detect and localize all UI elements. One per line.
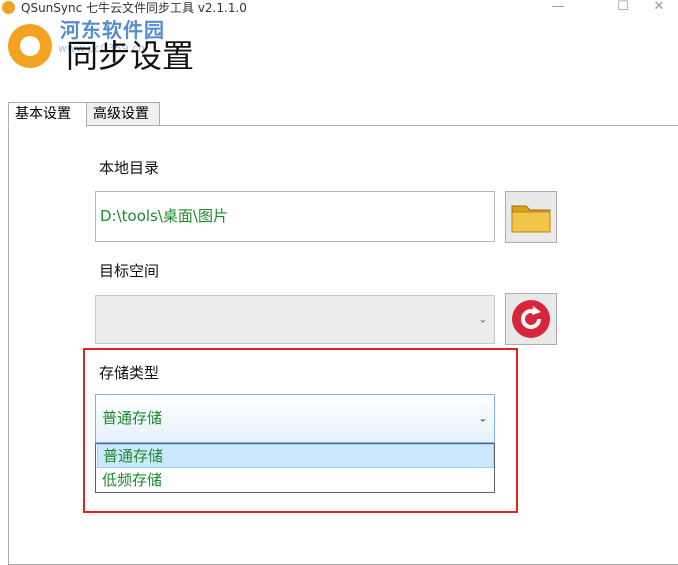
- storage-type-label: 存储类型: [99, 364, 160, 382]
- chevron-down-icon: ⌄: [478, 413, 487, 424]
- tab-advanced-settings[interactable]: 高级设置: [86, 102, 160, 126]
- folder-icon: [511, 205, 551, 233]
- browse-folder-button[interactable]: [505, 191, 557, 243]
- app-icon: [2, 1, 15, 14]
- minimize-button[interactable]: —: [535, 0, 581, 16]
- close-button[interactable]: ✕: [640, 0, 678, 16]
- refresh-icon: [512, 300, 550, 338]
- logo-icon: [8, 24, 52, 68]
- storage-option-infrequent[interactable]: 低频存储: [97, 469, 494, 493]
- local-dir-label: 本地目录: [99, 159, 160, 177]
- page-header: 河东软件园 www.pc0359.cn 同步设置: [0, 16, 678, 96]
- storage-type-dropdown: 普通存储 低频存储: [95, 443, 495, 493]
- local-dir-input[interactable]: D:\tools\桌面\图片: [95, 191, 495, 242]
- storage-option-standard[interactable]: 普通存储: [97, 444, 494, 468]
- tab-basic-settings[interactable]: 基本设置: [8, 102, 87, 127]
- refresh-button[interactable]: [505, 293, 557, 345]
- target-space-select[interactable]: ⌄: [95, 295, 495, 344]
- chevron-down-icon: ⌄: [478, 314, 487, 325]
- storage-type-select[interactable]: 普通存储 ⌄: [95, 394, 495, 443]
- storage-type-selected: 普通存储: [102, 409, 163, 427]
- page-title: 同步设置: [66, 37, 195, 75]
- target-space-label: 目标空间: [99, 262, 160, 280]
